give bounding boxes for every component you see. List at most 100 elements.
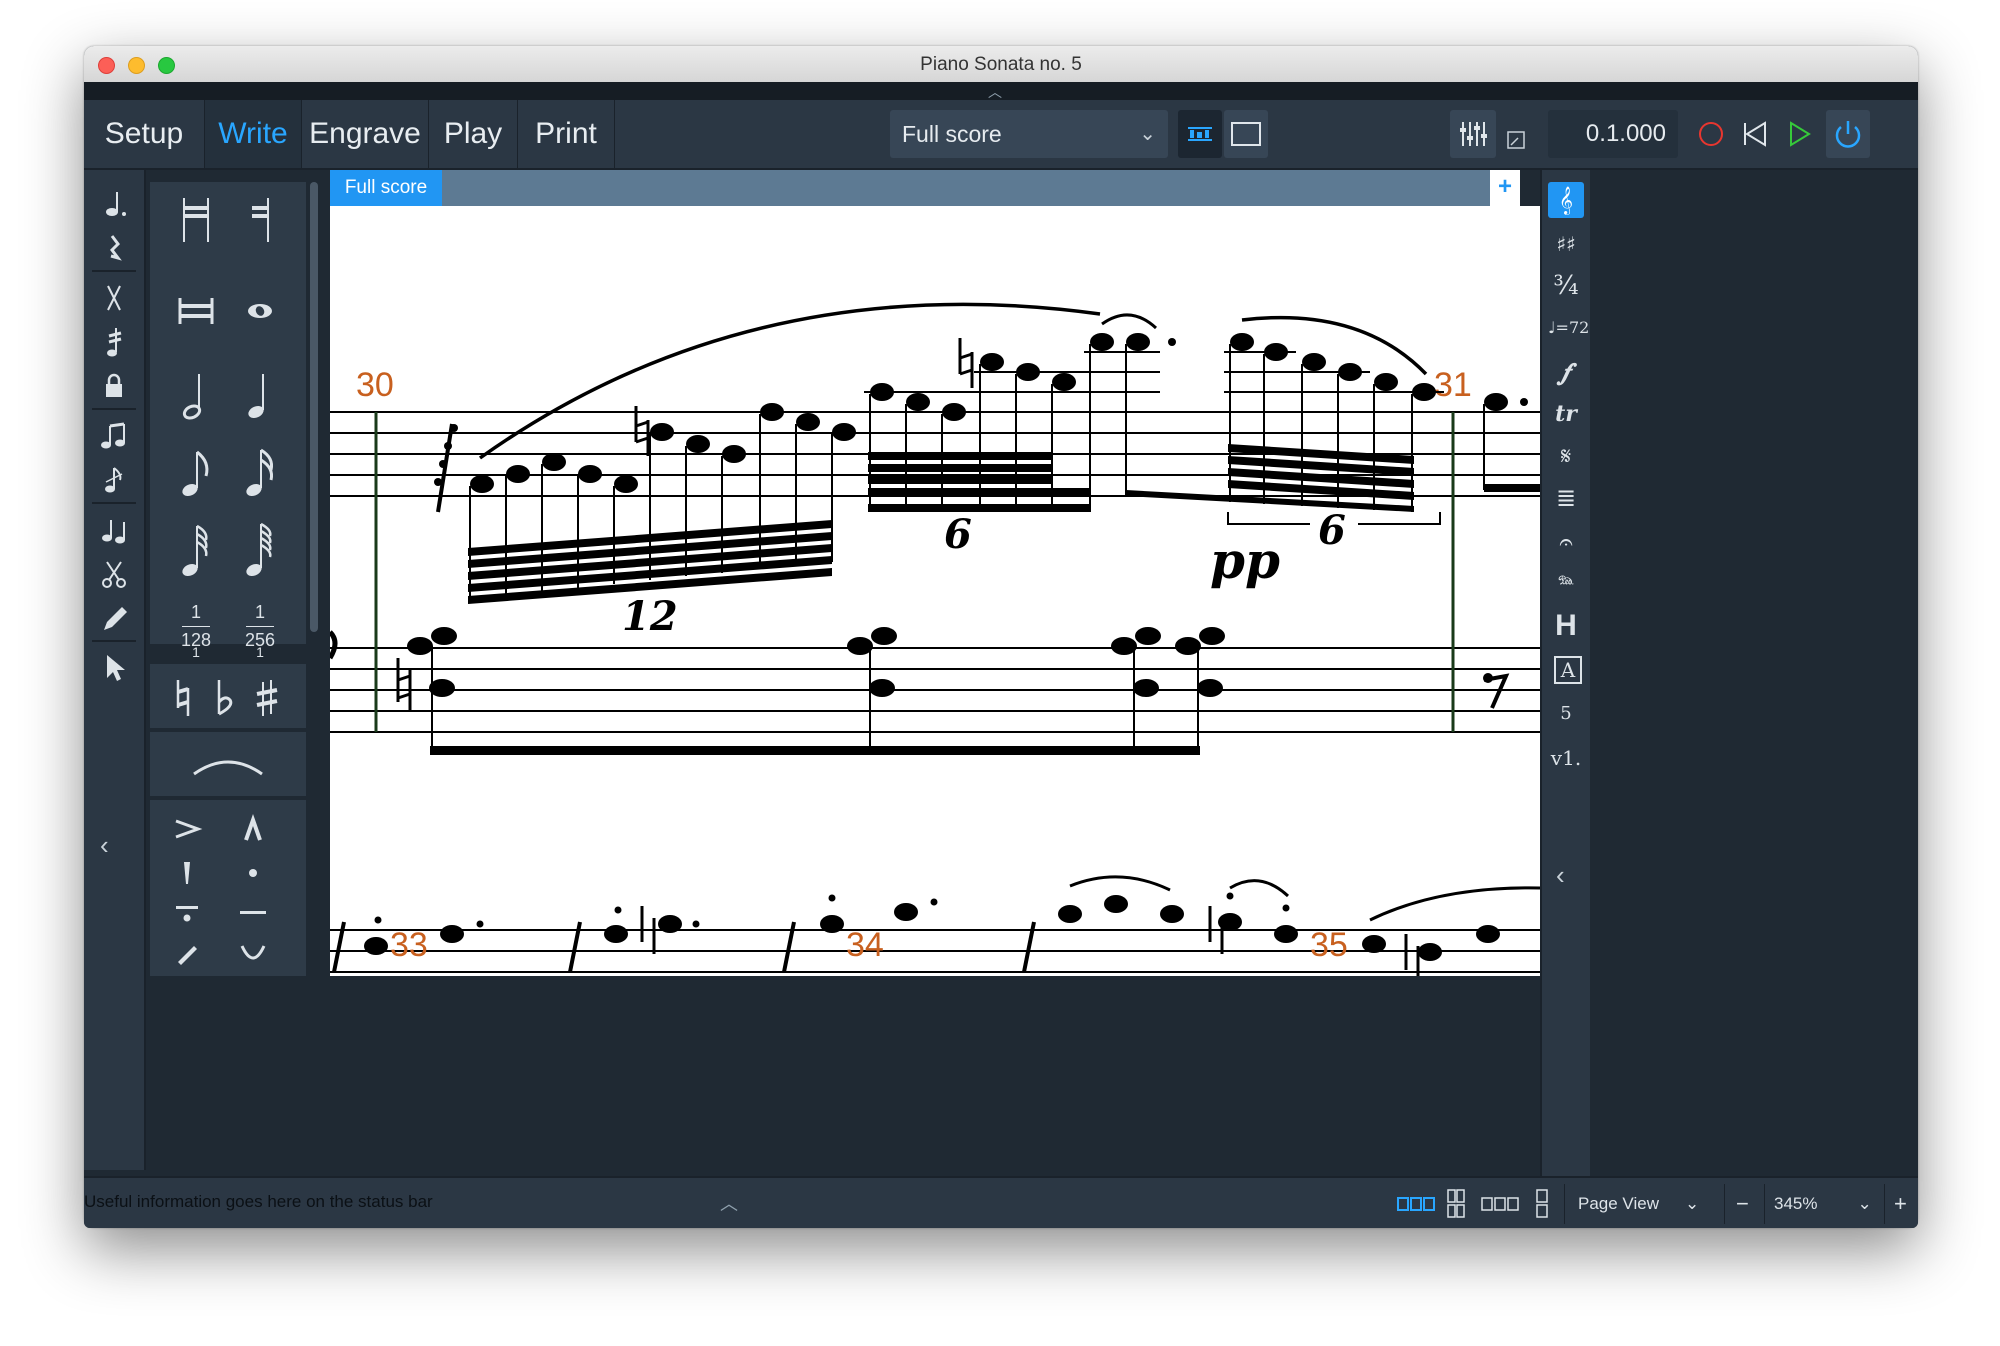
right-panel: 𝄞 ♯♯ ¾ ♩=72 𝆑 tr 𝄋 ≣ 𝄐 𝆮 H A 5 v1. ‹ xyxy=(1540,170,1590,1180)
tremolo-icon[interactable] xyxy=(96,324,132,360)
long-rest-icon[interactable] xyxy=(230,192,290,252)
slur-main xyxy=(478,302,1101,460)
add-tab-button[interactable]: + xyxy=(1490,170,1520,206)
toolbar-collapse-strip[interactable]: ︿ xyxy=(84,82,1918,100)
mode-tab-print[interactable]: Print xyxy=(518,100,615,168)
page-view-icon xyxy=(1231,122,1261,146)
lock-duration-icon[interactable] xyxy=(96,368,132,404)
thirtysecond-note-icon[interactable] xyxy=(166,522,226,582)
time-signatures-icon[interactable]: ¾ xyxy=(1548,268,1584,304)
clefs-icon[interactable]: 𝄞 xyxy=(1548,182,1584,218)
window-title: Piano Sonata no. 5 xyxy=(920,54,1082,75)
staccato-icon[interactable] xyxy=(236,856,270,890)
slur-icon[interactable] xyxy=(188,748,268,782)
zoom-in-button[interactable]: + xyxy=(1894,1188,1907,1220)
layout-selector[interactable]: Full score ⌄ xyxy=(890,110,1168,158)
mode-tab-engrave[interactable]: Engrave xyxy=(302,100,429,168)
chevron-down-icon: ⌄ xyxy=(1684,1194,1700,1213)
collapse-right-panel-icon[interactable]: ‹ xyxy=(1556,860,1565,891)
mode-tab-setup[interactable]: Setup xyxy=(84,100,205,168)
bass-chords xyxy=(407,627,1225,697)
select-arrow-icon[interactable] xyxy=(96,650,132,686)
text-icon[interactable]: A xyxy=(1554,656,1582,684)
bars-icon[interactable]: ≣ xyxy=(1548,480,1584,516)
mixer-button[interactable] xyxy=(1450,110,1496,158)
note-group-6a xyxy=(870,333,1150,421)
page-arrangement-spread-icon[interactable] xyxy=(1480,1194,1520,1214)
page-view-button[interactable] xyxy=(1224,110,1268,158)
notes-panel-scrollbar[interactable] xyxy=(310,182,318,632)
staccatissimo-icon[interactable] xyxy=(170,856,204,890)
zoom-value: 345% xyxy=(1774,1194,1818,1213)
breve-note-icon[interactable] xyxy=(166,280,226,340)
tenuto-staccato-icon[interactable] xyxy=(170,896,204,930)
bar-number-31: 31 xyxy=(1434,366,1472,404)
notes-panel: 1 128 1 256 1 1 xyxy=(150,170,310,1180)
view-mode-select[interactable]: Page View ⌄ xyxy=(1578,1188,1699,1220)
zoom-select[interactable]: 345% ⌄ xyxy=(1774,1188,1872,1220)
fingering-icon[interactable]: 5 xyxy=(1548,696,1584,732)
chevron-up-icon[interactable]: ︿ xyxy=(988,82,1002,102)
tab-strip: Full score + xyxy=(330,170,1520,206)
tuplet-6a: 6 xyxy=(944,511,972,558)
sixtyfourth-note-icon[interactable] xyxy=(230,522,290,582)
transport-popout-icon[interactable] xyxy=(1502,124,1532,154)
pencil-icon[interactable] xyxy=(96,600,132,636)
grace-note-icon[interactable] xyxy=(96,462,132,498)
flat-icon[interactable] xyxy=(210,678,240,718)
galley-view-button[interactable] xyxy=(1178,110,1222,158)
tab-full-score[interactable]: Full score xyxy=(330,170,442,206)
chevron-down-icon: ⌄ xyxy=(1139,123,1156,145)
power-icon xyxy=(1835,121,1861,148)
page-arrangement-horizontal-icon[interactable] xyxy=(1396,1194,1436,1214)
key-signatures-icon[interactable]: ♯♯ xyxy=(1548,226,1584,262)
repeats-icon[interactable]: 𝄋 xyxy=(1548,438,1584,474)
score-view[interactable]: 30 31 12 6 6 pp 33 34 35 xyxy=(330,206,1540,976)
galley-view-icon xyxy=(1188,127,1212,141)
page-arrangement-vertical-icon[interactable] xyxy=(1534,1188,1550,1220)
chord-symbols-icon[interactable]: H xyxy=(1548,608,1584,644)
partial-label-left: 1 xyxy=(192,644,200,660)
record-button[interactable] xyxy=(1690,110,1732,158)
zoom-out-button[interactable]: − xyxy=(1736,1188,1749,1220)
collapse-left-panel-icon[interactable]: ‹ xyxy=(100,830,109,861)
version-icon[interactable]: v1. xyxy=(1548,740,1584,776)
breve-rest-icon[interactable] xyxy=(166,192,226,252)
slash-icon[interactable] xyxy=(96,280,132,316)
partial-label-right: 1 xyxy=(256,644,264,660)
half-note-icon[interactable] xyxy=(166,366,226,426)
rest-icon[interactable] xyxy=(96,230,132,266)
sharp-icon[interactable] xyxy=(252,678,282,718)
engine-power-button[interactable] xyxy=(1826,110,1870,158)
sixtyfourth-rest xyxy=(436,423,454,513)
tempo-icon[interactable]: ♩=72 xyxy=(1548,310,1589,346)
quarter-note-icon[interactable] xyxy=(230,366,290,426)
holds-pauses-icon[interactable]: 𝄐 xyxy=(1548,524,1584,560)
whole-note-icon[interactable] xyxy=(230,280,290,340)
marcato-icon[interactable] xyxy=(236,812,270,846)
accent-icon[interactable] xyxy=(170,812,204,846)
beams-6b xyxy=(1228,444,1414,500)
layout-selector-value: Full score xyxy=(902,121,1002,147)
chevron-up-icon[interactable]: ︿ xyxy=(720,1190,738,1216)
view-mode-value: Page View xyxy=(1578,1194,1659,1213)
scissors-icon[interactable] xyxy=(96,556,132,592)
ornaments-icon[interactable]: tr xyxy=(1548,396,1584,432)
mode-tab-play[interactable]: Play xyxy=(429,100,518,168)
score-canvas[interactable]: 30 31 12 6 6 pp 33 34 35 xyxy=(330,206,1540,976)
rewind-to-start-button[interactable] xyxy=(1734,110,1776,158)
note-input-icon[interactable] xyxy=(96,186,132,222)
natural-icon[interactable] xyxy=(168,678,198,718)
page-arrangement-grid-icon[interactable] xyxy=(1444,1188,1468,1220)
eighth-note-icon[interactable] xyxy=(166,444,226,504)
sixteenth-note-icon[interactable] xyxy=(230,444,290,504)
unstress-icon[interactable] xyxy=(236,936,270,970)
pedal-icon[interactable]: 𝆮 xyxy=(1548,566,1584,602)
mode-tab-write[interactable]: Write xyxy=(205,100,302,168)
insert-icon[interactable] xyxy=(96,512,132,548)
dynamics-icon[interactable]: 𝆑 xyxy=(1548,354,1584,390)
chord-icon[interactable] xyxy=(96,418,132,454)
tenuto-icon[interactable] xyxy=(236,896,270,930)
stress-icon[interactable] xyxy=(170,936,204,970)
play-button[interactable] xyxy=(1778,110,1820,158)
